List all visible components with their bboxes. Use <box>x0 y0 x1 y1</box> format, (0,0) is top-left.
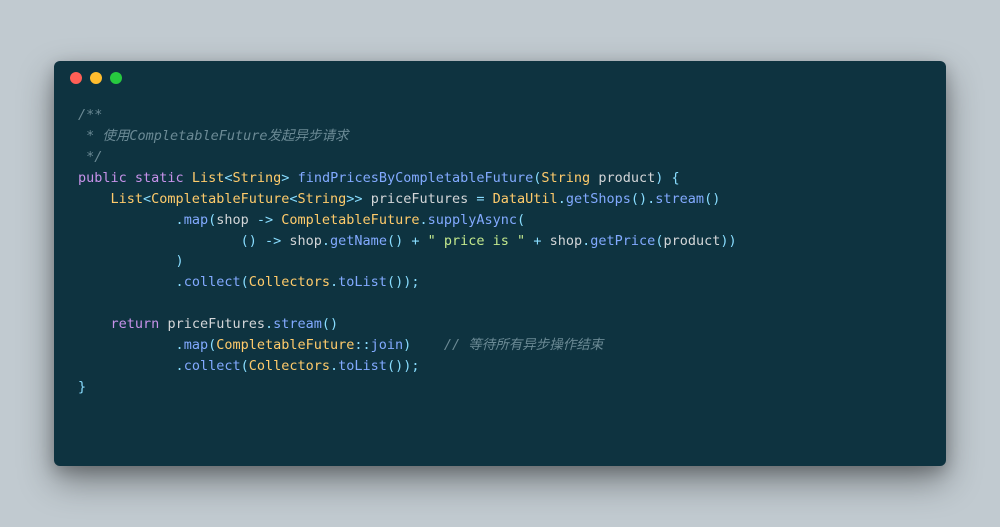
punc: ) <box>655 170 663 186</box>
op: + <box>411 233 419 249</box>
minimize-icon[interactable] <box>90 72 102 84</box>
punc: ) <box>712 191 720 207</box>
op: -> <box>265 233 281 249</box>
op: -> <box>257 212 273 228</box>
punc: . <box>176 337 184 353</box>
op: = <box>476 191 484 207</box>
punc: ( <box>704 191 712 207</box>
op: + <box>533 233 541 249</box>
punc: ( <box>241 358 249 374</box>
punc: } <box>78 379 86 395</box>
kw-static: static <box>135 170 184 186</box>
var: product <box>663 233 720 249</box>
comment-body: * 使用CompletableFuture发起异步请求 <box>78 128 349 144</box>
kw-return: return <box>111 316 160 332</box>
type-collectors: Collectors <box>249 358 330 374</box>
type-string: String <box>233 170 282 186</box>
var: shop <box>289 233 322 249</box>
punc: . <box>265 316 273 332</box>
punc: . <box>558 191 566 207</box>
punc: ( <box>322 316 330 332</box>
type-string: String <box>297 191 346 207</box>
method: stream <box>655 191 704 207</box>
punc: < <box>224 170 232 186</box>
var: shop <box>550 233 583 249</box>
punc: ( <box>387 358 395 374</box>
punc: ( <box>208 337 216 353</box>
punc: ( <box>241 233 249 249</box>
punc: :: <box>354 337 370 353</box>
punc: ) <box>729 233 737 249</box>
punc: ( <box>387 274 395 290</box>
method: getShops <box>566 191 631 207</box>
punc: . <box>176 212 184 228</box>
method: map <box>184 212 208 228</box>
punc: ( <box>208 212 216 228</box>
method: stream <box>273 316 322 332</box>
titlebar <box>54 61 946 95</box>
comment-close: */ <box>78 149 102 165</box>
punc: ) <box>639 191 647 207</box>
punc: ( <box>387 233 395 249</box>
code-window: /** * 使用CompletableFuture发起异步请求 */ publi… <box>54 61 946 466</box>
type-datautil: DataUtil <box>493 191 558 207</box>
punc: . <box>330 358 338 374</box>
punc: ) <box>395 274 403 290</box>
close-icon[interactable] <box>70 72 82 84</box>
punc: ) <box>720 233 728 249</box>
method: map <box>184 337 208 353</box>
punc: ; <box>411 274 419 290</box>
var: shop <box>216 212 249 228</box>
punc: ) <box>176 253 184 269</box>
method: supplyAsync <box>428 212 517 228</box>
kw-public: public <box>78 170 127 186</box>
punc: . <box>322 233 330 249</box>
punc: ) <box>395 233 403 249</box>
string-literal: " price is " <box>428 233 526 249</box>
punc: ( <box>517 212 525 228</box>
type-cf: CompletableFuture <box>151 191 289 207</box>
inline-comment: // 等待所有异步操作结束 <box>444 337 603 353</box>
type-cf: CompletableFuture <box>216 337 354 353</box>
type-string: String <box>541 170 590 186</box>
code-block: /** * 使用CompletableFuture发起异步请求 */ publi… <box>54 95 946 418</box>
method: collect <box>184 358 241 374</box>
punc: . <box>419 212 427 228</box>
comment-open: /** <box>78 107 102 123</box>
punc: ) <box>249 233 257 249</box>
method: getPrice <box>590 233 655 249</box>
punc: ) <box>403 337 411 353</box>
method: toList <box>338 274 387 290</box>
punc: . <box>330 274 338 290</box>
punc: . <box>176 274 184 290</box>
method: join <box>371 337 404 353</box>
punc: ) <box>395 358 403 374</box>
punc: < <box>143 191 151 207</box>
method: collect <box>184 274 241 290</box>
type-list: List <box>111 191 144 207</box>
punc: ( <box>631 191 639 207</box>
punc: > <box>354 191 362 207</box>
punc: ( <box>241 274 249 290</box>
method: toList <box>338 358 387 374</box>
punc: ) <box>330 316 338 332</box>
punc: . <box>176 358 184 374</box>
type-cf: CompletableFuture <box>281 212 419 228</box>
maximize-icon[interactable] <box>110 72 122 84</box>
type-list: List <box>192 170 225 186</box>
punc: { <box>672 170 680 186</box>
var: priceFutures <box>371 191 469 207</box>
punc: ; <box>411 358 419 374</box>
method-name: findPricesByCompletableFuture <box>298 170 534 186</box>
method: getName <box>330 233 387 249</box>
punc: > <box>281 170 289 186</box>
param: product <box>598 170 655 186</box>
type-collectors: Collectors <box>249 274 330 290</box>
var: priceFutures <box>167 316 265 332</box>
